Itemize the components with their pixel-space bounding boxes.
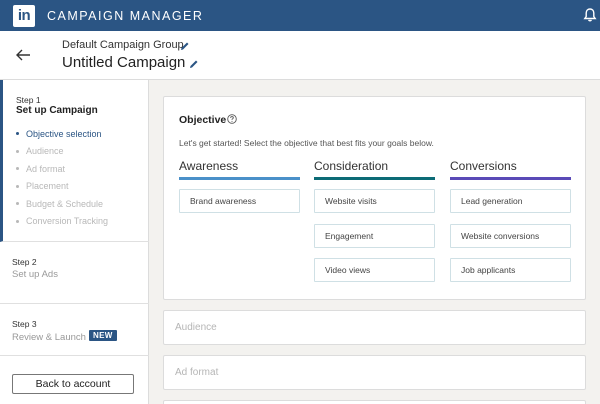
ad-format-section-title: Ad format — [175, 367, 219, 378]
substep-audience[interactable]: Audience — [16, 143, 108, 161]
audience-section[interactable]: Audience — [163, 310, 586, 345]
help-icon[interactable] — [227, 114, 237, 124]
top-bar: in CAMPAIGN MANAGER — [0, 0, 600, 31]
substep-objective-selection[interactable]: Objective selection — [16, 125, 108, 143]
step-2-label: Step 2 — [12, 257, 37, 267]
conversions-heading: Conversions — [450, 159, 517, 173]
substep-conversion-tracking[interactable]: Conversion Tracking — [16, 213, 108, 231]
option-website-visits[interactable]: Website visits — [314, 189, 435, 213]
objective-title: Objective — [179, 114, 227, 126]
option-video-views[interactable]: Video views — [314, 258, 435, 282]
step-2[interactable]: Step 2 Set up Ads — [0, 242, 149, 304]
substep-budget-schedule[interactable]: Budget & Schedule — [16, 195, 108, 213]
audience-section-title: Audience — [175, 322, 217, 333]
bullet-icon — [16, 132, 19, 136]
bell-icon[interactable] — [582, 7, 598, 23]
option-brand-awareness[interactable]: Brand awareness — [179, 189, 300, 213]
option-website-conversions[interactable]: Website conversions — [450, 223, 571, 248]
linkedin-logo[interactable]: in — [13, 4, 35, 27]
option-lead-generation[interactable]: Lead generation — [450, 189, 571, 213]
step-3-title: Review & Launch — [12, 332, 86, 343]
campaign-group-name: Default Campaign Group — [62, 39, 184, 51]
ad-format-section[interactable]: Ad format — [163, 355, 586, 390]
awareness-heading: Awareness — [179, 159, 239, 173]
step-1-title: Set up Campaign — [16, 105, 98, 116]
step-3[interactable]: Step 3 Review & Launch NEW — [0, 304, 149, 356]
substep-ad-format[interactable]: Ad format — [16, 160, 108, 178]
new-badge: NEW — [89, 330, 117, 341]
back-to-account-button[interactable]: Back to account — [12, 374, 134, 394]
edit-campaign-pencil-icon[interactable] — [189, 59, 199, 69]
campaign-name: Untitled Campaign — [62, 54, 186, 71]
consideration-heading: Consideration — [314, 159, 389, 173]
campaign-header: Default Campaign Group Untitled Campaign — [0, 31, 600, 80]
steps-sidebar: Step 1 Set up Campaign Objective selecti… — [0, 80, 149, 404]
consideration-bar — [314, 177, 435, 180]
bullet-icon — [16, 167, 19, 171]
bullet-icon — [16, 184, 19, 188]
awareness-column: Awareness Brand awareness — [179, 159, 300, 224]
bullet-icon — [16, 219, 19, 223]
step-2-title: Set up Ads — [12, 269, 58, 280]
option-job-applicants[interactable]: Job applicants — [450, 258, 571, 282]
back-arrow-icon[interactable] — [14, 46, 32, 64]
app-title: CAMPAIGN MANAGER — [47, 8, 204, 23]
conversions-column: Conversions Lead generation Website conv… — [450, 159, 571, 293]
step-1[interactable]: Step 1 Set up Campaign Objective selecti… — [0, 80, 149, 242]
objective-intro: Let's get started! Select the objective … — [179, 138, 434, 148]
option-engagement[interactable]: Engagement — [314, 223, 435, 248]
next-section-stub — [163, 400, 586, 404]
step-1-substeps: Objective selection Audience Ad format P… — [16, 125, 108, 230]
awareness-bar — [179, 177, 300, 180]
bullet-icon — [16, 202, 19, 206]
step-1-label: Step 1 — [16, 95, 41, 105]
conversions-bar — [450, 177, 571, 180]
consideration-column: Consideration Website visits Engagement … — [314, 159, 435, 293]
step-3-label: Step 3 — [12, 319, 37, 329]
objective-card: Objective Let's get started! Select the … — [163, 96, 586, 300]
edit-group-pencil-icon[interactable] — [180, 41, 190, 51]
bullet-icon — [16, 149, 19, 153]
substep-placement[interactable]: Placement — [16, 178, 108, 196]
